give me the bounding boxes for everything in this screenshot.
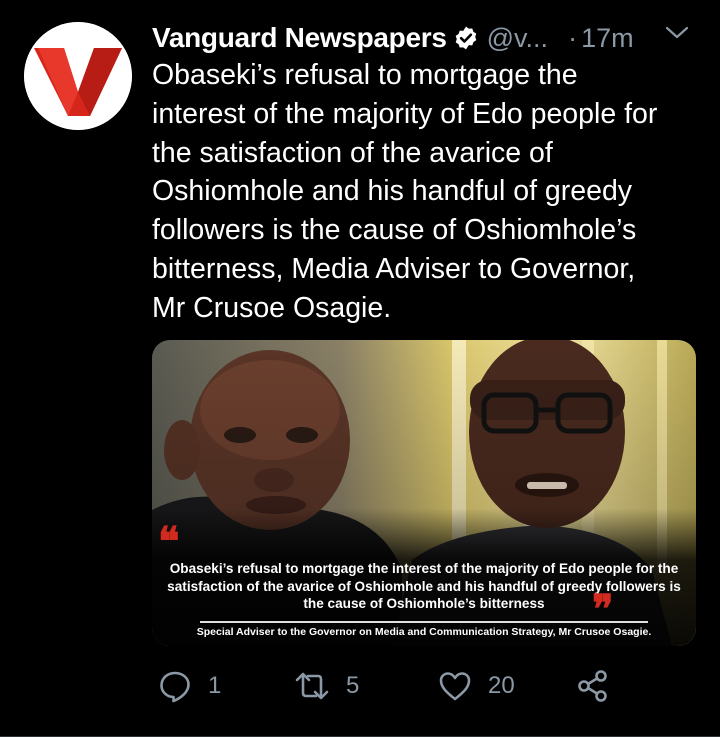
quote-close-mark: ❞ bbox=[592, 586, 614, 633]
separator-dot: · bbox=[568, 22, 578, 53]
quote-open-mark: ❝ bbox=[158, 518, 180, 565]
action-bar: 1 5 20 bbox=[152, 664, 700, 708]
reply-button[interactable]: 1 bbox=[158, 664, 221, 708]
reply-icon bbox=[160, 671, 190, 703]
verified-badge-icon bbox=[453, 25, 479, 51]
chevron-down-icon[interactable] bbox=[664, 24, 690, 42]
retweet-icon bbox=[295, 672, 329, 700]
vanguard-logo-icon bbox=[24, 22, 132, 130]
timestamp[interactable]: 17m bbox=[581, 23, 634, 54]
tweet-media-image[interactable]: ❝ Obaseki’s refusal to mortgage the inte… bbox=[152, 340, 696, 646]
avatar[interactable] bbox=[24, 22, 132, 130]
reply-count: 1 bbox=[208, 672, 222, 699]
display-name[interactable]: Vanguard Newspapers bbox=[152, 22, 447, 54]
media-divider bbox=[200, 621, 648, 623]
share-button[interactable] bbox=[576, 664, 610, 708]
heart-icon bbox=[439, 672, 471, 701]
handle[interactable]: @v... bbox=[487, 23, 548, 54]
tweet[interactable]: Vanguard Newspapers @v... · 17m Obaseki’… bbox=[0, 0, 720, 737]
like-count: 20 bbox=[488, 672, 515, 699]
like-button[interactable]: 20 bbox=[438, 664, 515, 708]
retweet-count: 5 bbox=[346, 672, 360, 699]
share-icon bbox=[578, 670, 607, 702]
tweet-header: Vanguard Newspapers @v... · 17m bbox=[152, 16, 702, 60]
retweet-button[interactable]: 5 bbox=[294, 664, 359, 708]
tweet-text: Obaseki’s refusal to mortgage the intere… bbox=[152, 59, 658, 324]
media-credit: Special Adviser to the Governor on Media… bbox=[196, 626, 652, 638]
